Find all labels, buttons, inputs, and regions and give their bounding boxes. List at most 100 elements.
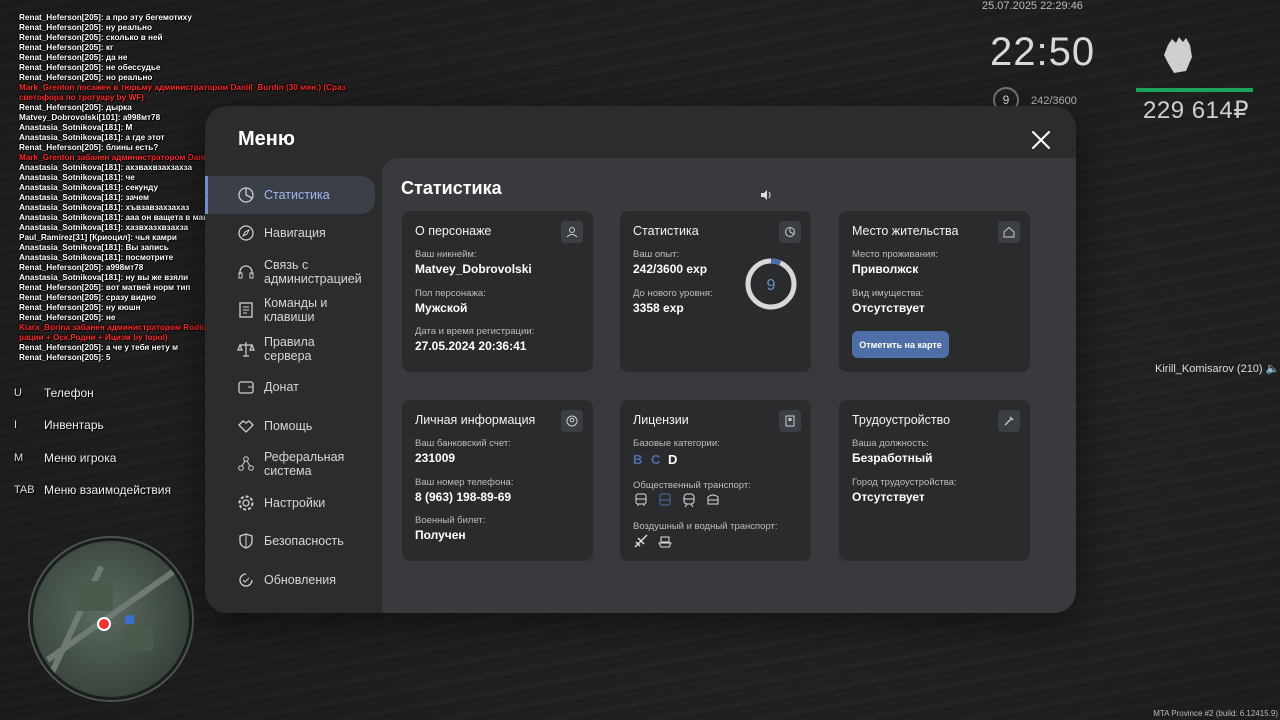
card-licenses: Лицензии Базовые категории: B C D Общест… bbox=[620, 400, 811, 561]
user-icon bbox=[561, 221, 583, 243]
exp-value: 242/3600 exp bbox=[633, 262, 708, 276]
bank-value: 231009 bbox=[415, 451, 456, 465]
military-value: Получен bbox=[415, 528, 466, 542]
airplane-icon bbox=[634, 534, 648, 548]
sidebar-item-9[interactable]: Безопасность bbox=[205, 522, 381, 561]
content-panel: Статистика О персонаже Ваш никнейм: Matv… bbox=[382, 158, 1076, 613]
sidebar-item-label: Безопасность bbox=[264, 534, 344, 549]
pie-chart-icon bbox=[779, 221, 801, 243]
next-level-value: 3358 exp bbox=[633, 301, 684, 315]
gender-label: Пол персонажа: bbox=[415, 288, 486, 299]
trolleybus-icon bbox=[659, 493, 671, 506]
category-d: D bbox=[668, 452, 678, 467]
chat-line: Renat_Heferson[205]: но реально bbox=[19, 73, 153, 82]
handshake-icon bbox=[237, 417, 255, 435]
hotkey-player-menu: M Меню игрока bbox=[14, 451, 117, 465]
scales-icon bbox=[237, 340, 255, 358]
sidebar-item-label: Команды и клавиши bbox=[264, 296, 328, 325]
sidebar-item-0[interactable]: Статистика bbox=[205, 176, 375, 214]
residence-label: Место проживания: bbox=[852, 249, 939, 260]
update-icon bbox=[237, 571, 255, 589]
document-icon bbox=[237, 301, 255, 319]
pie-chart-icon bbox=[237, 186, 255, 204]
registration-value: 27.05.2024 20:36:41 bbox=[415, 339, 527, 353]
build-info: MTA Province #2 (build: 6.12415.9) bbox=[1153, 709, 1278, 718]
gear-icon bbox=[237, 494, 255, 512]
card-title: Статистика bbox=[633, 224, 699, 238]
sidebar-item-5[interactable]: Донат bbox=[205, 368, 381, 407]
hud-money: 229 614₽ bbox=[1143, 97, 1250, 124]
compass-icon bbox=[237, 224, 255, 242]
base-categories-label: Базовые категории: bbox=[633, 438, 720, 449]
chat-line: Renat_Heferson[205]: ну реально bbox=[19, 23, 152, 32]
sidebar-item-8[interactable]: Настройки bbox=[205, 484, 381, 523]
level-number: 9 bbox=[767, 277, 776, 294]
position-value: Безработный bbox=[852, 451, 933, 465]
sidebar-item-4[interactable]: Правила сервера bbox=[205, 330, 381, 369]
card-title: Трудоустройство bbox=[852, 413, 951, 427]
card-character: О персонаже Ваш никнейм: Matvey_Dobrovol… bbox=[402, 211, 593, 372]
card-stats: Статистика Ваш опыт: 242/3600 exp До нов… bbox=[620, 211, 811, 372]
id-card-icon bbox=[779, 410, 801, 432]
speaker-icon bbox=[761, 190, 771, 200]
position-label: Ваша должность: bbox=[852, 438, 929, 449]
close-icon[interactable] bbox=[1029, 128, 1053, 152]
chat-line: Renat_Heferson[205]: сколько в ней bbox=[19, 33, 163, 42]
tools-icon bbox=[998, 410, 1020, 432]
property-value: Отсутствует bbox=[852, 301, 925, 315]
next-level-label: До нового уровня: bbox=[633, 288, 713, 299]
sidebar-item-label: Настройки bbox=[264, 495, 326, 510]
health-bar bbox=[1136, 88, 1253, 92]
shield-icon bbox=[237, 532, 255, 550]
sidebar-item-label: Реферальная система bbox=[264, 450, 345, 479]
job-city-value: Отсутствует bbox=[852, 490, 925, 504]
exp-label: Ваш опыт: bbox=[633, 249, 680, 260]
bus-icon bbox=[635, 493, 647, 506]
chat-line: Renat_Heferson[205]: кг bbox=[19, 43, 114, 52]
menu-title: Меню bbox=[238, 128, 295, 150]
job-city-label: Город трудоустройства: bbox=[852, 477, 957, 488]
hud-datetime: 25.07.2025 22:29:46 bbox=[982, 0, 1083, 12]
sidebar-item-6[interactable]: Помощь bbox=[205, 407, 381, 446]
card-residence: Место жительства Место проживания: Приво… bbox=[839, 211, 1030, 372]
card-title: О персонаже bbox=[415, 224, 492, 238]
residence-value: Приволжск bbox=[852, 262, 919, 276]
bank-label: Ваш банковский счет: bbox=[415, 438, 511, 449]
hud-clock: 22:50 bbox=[990, 30, 1096, 74]
phone-value: 8 (963) 198-89-69 bbox=[415, 490, 512, 504]
headset-icon bbox=[237, 263, 255, 281]
chat-line: светофора по тротуару by WF) bbox=[19, 93, 144, 102]
level-progress-ring: 9 bbox=[745, 258, 797, 310]
sidebar-item-label: Донат bbox=[264, 380, 299, 395]
card-title: Место жительства bbox=[852, 224, 959, 238]
profile-icon bbox=[561, 410, 583, 432]
chat-line: Renat_Heferson[205]: не обессудье bbox=[19, 63, 161, 72]
referral-icon bbox=[237, 455, 255, 473]
chat-line: Renat_Heferson[205]: да не bbox=[19, 53, 128, 62]
sidebar-item-10[interactable]: Обновления bbox=[205, 561, 381, 600]
sidebar-item-2[interactable]: Связь с администрацией bbox=[205, 253, 381, 292]
sidebar-item-label: Обновления bbox=[264, 572, 336, 587]
player-marker-icon bbox=[97, 617, 111, 631]
public-transport-label: Общественный транспорт: bbox=[633, 480, 751, 491]
sidebar-item-3[interactable]: Команды и клавиши bbox=[205, 291, 381, 330]
property-label: Вид имущества: bbox=[852, 288, 924, 299]
military-label: Военный билет: bbox=[415, 515, 486, 526]
gender-value: Мужской bbox=[415, 301, 468, 315]
hotkey-phone: U Телефон bbox=[14, 386, 94, 400]
blip-icon bbox=[125, 615, 134, 624]
phone-label: Ваш номер телефона: bbox=[415, 477, 514, 488]
sidebar-item-label: Правила сервера bbox=[264, 334, 315, 363]
home-icon bbox=[998, 221, 1020, 243]
sidebar-item-7[interactable]: Реферальная система bbox=[205, 445, 381, 484]
sidebar-item-1[interactable]: Навигация bbox=[205, 214, 381, 253]
card-title: Лицензии bbox=[633, 413, 689, 427]
sidebar-item-label: Статистика bbox=[264, 188, 330, 202]
chat-line: Renat_Heferson[205]: а про эту бегемотих… bbox=[19, 13, 192, 22]
hotkey-interaction-menu: TAB Меню взаимодействия bbox=[14, 483, 171, 497]
content-title: Статистика bbox=[401, 178, 502, 198]
wallet-icon bbox=[237, 378, 255, 396]
sidebar-item-label: Навигация bbox=[264, 226, 326, 241]
menu-sidebar: Статистика Навигация Связь с администрацие… bbox=[205, 176, 381, 599]
mark-on-map-button[interactable]: Отметить на карте bbox=[852, 331, 949, 358]
